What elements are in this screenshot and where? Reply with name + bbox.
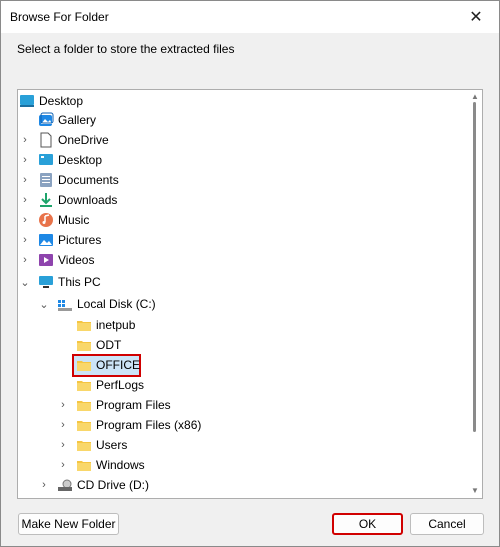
documents-icon <box>40 173 52 187</box>
chevron-right-icon[interactable]: › <box>19 170 31 190</box>
tree-item-label: Local Disk (C:) <box>77 297 156 311</box>
tree-item-desktop-root[interactable]: Desktop <box>18 91 466 111</box>
tree-item-label: This PC <box>58 275 101 289</box>
dialog-title: Browse For Folder <box>10 10 109 24</box>
scroll-up-icon[interactable]: ▲ <box>471 93 479 101</box>
tree-item-label: Program Files (x86) <box>96 418 202 432</box>
tree-item-onedrive[interactable]: › OneDrive <box>18 130 466 150</box>
scrollbar-thumb[interactable] <box>473 102 476 432</box>
desktop-icon <box>20 95 34 107</box>
chevron-down-icon[interactable]: ⌄ <box>38 294 50 314</box>
tree-item-label: OFFICE <box>96 358 140 372</box>
tree-item-program-files[interactable]: › Program Files <box>18 395 466 415</box>
chevron-right-icon[interactable]: › <box>38 475 50 495</box>
tree-item-label: inetpub <box>96 318 136 332</box>
tree-item-label: Desktop <box>39 94 84 108</box>
folder-icon <box>77 381 91 391</box>
tree-item-label: Pictures <box>58 233 102 247</box>
folder-icon <box>77 461 91 471</box>
close-button[interactable]: ✕ <box>453 1 499 33</box>
tree-item-music[interactable]: › Music <box>18 210 466 230</box>
tree-item-label: Gallery <box>58 113 97 127</box>
tree-item-label: OneDrive <box>58 133 109 147</box>
instruction-text: Select a folder to store the extracted f… <box>17 42 235 56</box>
tree-item-desktop[interactable]: › Desktop <box>18 150 466 170</box>
onedrive-icon <box>40 132 52 148</box>
tree-item-label: CD Drive (D:) <box>77 478 149 492</box>
scroll-down-icon[interactable]: ▼ <box>471 487 479 495</box>
tree-item-label: Music <box>58 213 90 227</box>
tree-item-odt[interactable]: ODT <box>18 335 466 355</box>
tree-item-windows[interactable]: › Windows <box>18 455 466 475</box>
pictures-icon <box>39 234 53 246</box>
tree-item-users[interactable]: › Users <box>18 435 466 455</box>
tree-item-local-disk-c[interactable]: ⌄ Local Disk (C:) <box>18 294 466 314</box>
folder-icon <box>77 421 91 431</box>
tree-item-pictures[interactable]: › Pictures <box>18 230 466 250</box>
chevron-down-icon[interactable]: ⌄ <box>19 272 31 292</box>
chevron-right-icon[interactable]: › <box>57 435 69 455</box>
downloads-icon <box>40 193 52 207</box>
chevron-right-icon[interactable]: › <box>19 190 31 210</box>
chevron-right-icon[interactable]: › <box>57 415 69 435</box>
desktop-icon <box>39 154 53 165</box>
folder-icon <box>77 361 91 371</box>
tree-item-label: Users <box>96 438 128 452</box>
tree-item-label: Desktop <box>58 153 103 167</box>
tree-item-label: Videos <box>58 253 95 267</box>
folder-tree[interactable]: Desktop Gallery › OneDrive › Desktop › D… <box>17 89 483 499</box>
vertical-scrollbar[interactable]: ▲ ▼ <box>468 90 482 498</box>
music-icon <box>39 213 53 227</box>
tree-item-gallery[interactable]: Gallery <box>18 110 466 130</box>
chevron-right-icon[interactable]: › <box>19 130 31 150</box>
folder-icon <box>77 321 91 331</box>
folder-icon <box>77 401 91 411</box>
tree-item-label: Documents <box>58 173 119 187</box>
tree-item-inetpub[interactable]: inetpub <box>18 315 466 335</box>
tree-item-cd-drive-d[interactable]: › CD Drive (D:) <box>18 475 466 495</box>
tree-item-downloads[interactable]: › Downloads <box>18 190 466 210</box>
title-bar: Browse For Folder ✕ <box>1 1 499 33</box>
folder-icon <box>77 341 91 351</box>
videos-icon <box>39 254 53 266</box>
tree-item-label: Windows <box>96 458 145 472</box>
tree-item-videos[interactable]: › Videos <box>18 250 466 270</box>
chevron-right-icon[interactable]: › <box>19 210 31 230</box>
ok-button[interactable]: OK <box>332 513 403 535</box>
browse-for-folder-dialog: Browse For Folder ✕ Select a folder to s… <box>0 0 500 547</box>
tree-item-label: PerfLogs <box>96 378 145 392</box>
tree-item-perflogs[interactable]: PerfLogs <box>18 375 466 395</box>
tree-item-label: ODT <box>96 338 122 352</box>
chevron-right-icon[interactable]: › <box>19 250 31 270</box>
gallery-icon <box>39 112 54 126</box>
tree-item-program-files-x86[interactable]: › Program Files (x86) <box>18 415 466 435</box>
chevron-right-icon[interactable]: › <box>57 395 69 415</box>
tree-item-documents[interactable]: › Documents <box>18 170 466 190</box>
local-disk-icon <box>58 300 72 311</box>
this-pc-icon <box>39 276 53 288</box>
cd-drive-icon <box>58 479 72 491</box>
make-new-folder-button[interactable]: Make New Folder <box>18 513 119 535</box>
chevron-right-icon[interactable]: › <box>19 150 31 170</box>
chevron-right-icon[interactable]: › <box>57 455 69 475</box>
close-icon: ✕ <box>469 9 483 26</box>
tree-item-label: Downloads <box>58 193 118 207</box>
tree-item-this-pc[interactable]: ⌄ This PC <box>18 272 466 292</box>
tree-item-label: Program Files <box>96 398 171 412</box>
folder-icon <box>77 441 91 451</box>
tree-item-office[interactable]: OFFICE <box>18 354 466 377</box>
cancel-button[interactable]: Cancel <box>410 513 484 535</box>
chevron-right-icon[interactable]: › <box>19 230 31 250</box>
